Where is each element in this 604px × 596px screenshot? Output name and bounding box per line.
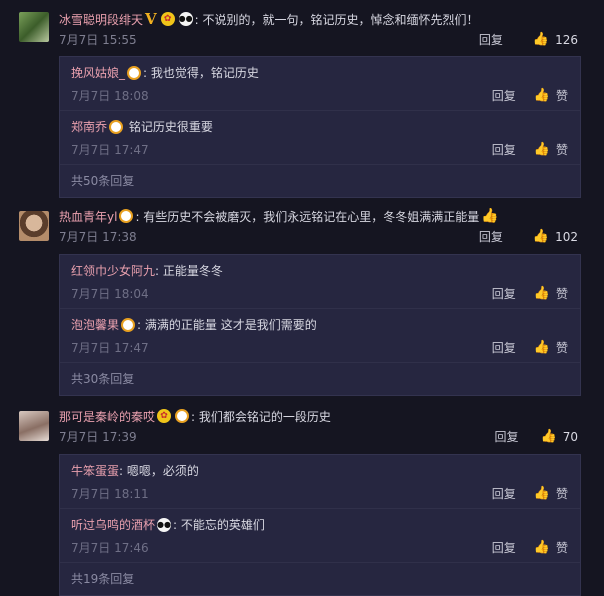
ring-badge-icon: [119, 209, 134, 223]
comment-actions: 回复 👍 126: [479, 31, 578, 48]
reply-item: 红领巾少女阿九 : 正能量冬冬 7月7日 18:04 回复 👍 赞: [60, 255, 580, 309]
like-icon[interactable]: 👍: [534, 486, 550, 501]
reply-panel: 红领巾少女阿九 : 正能量冬冬 7月7日 18:04 回复 👍 赞 泡泡馨果 :…: [59, 254, 581, 396]
reply-panel: 牛笨蛋蛋 : 嗯嗯，必须的 7月7日 18:11 回复 👍 赞 听过乌鸣的酒杯 …: [59, 454, 581, 596]
like-button[interactable]: 赞: [556, 87, 568, 104]
more-replies-link[interactable]: 共30条回复: [60, 363, 580, 395]
reply-reply-button[interactable]: 回复: [492, 285, 516, 302]
reply-username[interactable]: 听过乌鸣的酒杯: [71, 516, 155, 533]
comment-text: : 有些历史不会被磨灭，我们永远铭记在心里，冬冬姐满满正能量: [135, 209, 480, 224]
ring-badge-icon: [121, 317, 136, 332]
reply-username[interactable]: 红领巾少女阿九: [71, 262, 155, 279]
reply-button[interactable]: 回复: [495, 428, 519, 445]
like-icon[interactable]: 👍: [534, 286, 550, 301]
like-icon[interactable]: 👍: [534, 88, 550, 103]
username[interactable]: 那可是秦岭的秦哎: [59, 408, 155, 425]
reply-reply-button[interactable]: 回复: [492, 485, 516, 502]
reply-date: 7月7日 17:46: [71, 541, 149, 555]
like-icon[interactable]: 👍: [534, 340, 550, 355]
like-count: 70: [562, 429, 578, 444]
reply-text: : 满满的正能量 这才是我们需要的: [137, 318, 317, 332]
reply-button[interactable]: 回复: [479, 31, 503, 48]
username[interactable]: 热血青年yl: [59, 208, 117, 225]
comment-date: 7月7日 17:38: [59, 230, 137, 244]
like-icon[interactable]: 👍: [533, 32, 549, 47]
reply-reply-button[interactable]: 回复: [492, 87, 516, 104]
reply-text: 铭记历史很重要: [128, 120, 213, 134]
comment-actions: 回复 👍 70: [495, 428, 578, 445]
ring-badge-icon: [175, 409, 190, 423]
like-button[interactable]: 赞: [556, 141, 568, 158]
reply-username[interactable]: 牛笨蛋蛋: [71, 462, 119, 479]
reply-text: : 我也觉得，铭记历史: [143, 66, 259, 80]
reply-item: 郑南乔 铭记历史很重要 7月7日 17:47 回复 👍 赞: [60, 111, 580, 165]
reply-username[interactable]: 挽风姑娘_: [71, 64, 125, 81]
reply-username[interactable]: 泡泡馨果: [71, 316, 119, 333]
username[interactable]: 冰雪聪明段绯天: [59, 11, 143, 28]
reply-button[interactable]: 回复: [479, 228, 503, 245]
reply-text: : 嗯嗯，必须的: [119, 464, 199, 478]
more-replies-link[interactable]: 共19条回复: [60, 563, 580, 595]
reply-item: 挽风姑娘_ : 我也觉得，铭记历史 7月7日 18:08 回复 👍 赞: [60, 57, 580, 111]
reply-text: : 不能忘的英雄们: [173, 518, 265, 532]
reply-date: 7月7日 17:47: [71, 341, 149, 355]
reply-item: 听过乌鸣的酒杯 ●● : 不能忘的英雄们 7月7日 17:46 回复 👍 赞: [60, 509, 580, 563]
like-button[interactable]: 赞: [556, 285, 568, 302]
reply-item: 牛笨蛋蛋 : 嗯嗯，必须的 7月7日 18:11 回复 👍 赞: [60, 455, 580, 509]
avatar[interactable]: [19, 12, 49, 42]
comment-date: 7月7日 15:55: [59, 33, 137, 47]
fan-club-badge-icon: ✿: [157, 409, 172, 423]
reply-date: 7月7日 17:47: [71, 143, 149, 157]
ring-badge-icon: [127, 65, 142, 80]
avatar[interactable]: [19, 211, 49, 241]
reply-date: 7月7日 18:11: [71, 487, 149, 501]
more-replies-link[interactable]: 共50条回复: [60, 165, 580, 197]
reply-text: : 正能量冬冬: [155, 264, 223, 278]
reply-panel: 挽风姑娘_ : 我也觉得，铭记历史 7月7日 18:08 回复 👍 赞 郑南乔 …: [59, 56, 581, 198]
reply-item: 泡泡馨果 : 满满的正能量 这才是我们需要的 7月7日 17:47 回复 👍 赞: [60, 309, 580, 363]
reply-date: 7月7日 18:08: [71, 89, 149, 103]
reply-reply-button[interactable]: 回复: [492, 339, 516, 356]
thumbs-up-icon: 👍: [481, 208, 499, 224]
ring-badge-icon: [109, 119, 124, 134]
reply-date: 7月7日 18:04: [71, 287, 149, 301]
like-icon[interactable]: 👍: [541, 429, 557, 444]
comment-text: : 我们都会铭记的一段历史: [191, 409, 331, 424]
like-count: 126: [555, 32, 578, 47]
fan-club-badge-icon: ✿: [160, 12, 175, 26]
reply-reply-button[interactable]: 回复: [492, 539, 516, 556]
like-button[interactable]: 赞: [556, 539, 568, 556]
like-button[interactable]: 赞: [556, 485, 568, 502]
like-icon[interactable]: 👍: [534, 540, 550, 555]
reply-username[interactable]: 郑南乔: [71, 118, 107, 135]
reply-reply-button[interactable]: 回复: [492, 141, 516, 158]
panda-badge-icon: ●●: [157, 517, 172, 532]
like-icon[interactable]: 👍: [534, 142, 550, 157]
like-count: 102: [555, 229, 578, 244]
like-button[interactable]: 赞: [556, 339, 568, 356]
comment-date: 7月7日 17:39: [59, 430, 137, 444]
comment-text: : 不说别的，就一句，铭记历史，悼念和缅怀先烈们！: [194, 12, 479, 27]
vip-badge-icon: V: [145, 9, 157, 28]
panda-badge-icon: ●●: [178, 12, 193, 26]
like-icon[interactable]: 👍: [533, 229, 549, 244]
avatar[interactable]: [19, 411, 49, 441]
comment-actions: 回复 👍 102: [479, 228, 578, 245]
